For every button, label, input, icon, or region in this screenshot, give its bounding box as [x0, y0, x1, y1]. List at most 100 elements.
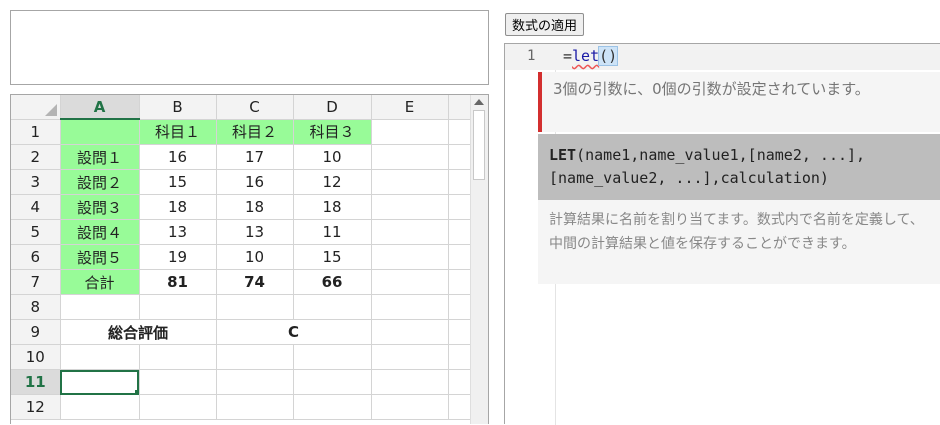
cell[interactable]	[216, 394, 294, 420]
row-header[interactable]: 2	[11, 144, 61, 170]
select-all-corner[interactable]	[11, 95, 61, 120]
cell-total[interactable]: 66	[293, 269, 372, 295]
cell[interactable]	[60, 344, 140, 370]
cell[interactable]	[448, 169, 473, 195]
column-header-c[interactable]: C	[216, 95, 294, 120]
cell-score[interactable]: 18	[293, 194, 372, 220]
cell-score[interactable]: 10	[216, 244, 294, 270]
code-function-name: let	[572, 47, 600, 65]
column-header-e[interactable]: E	[371, 95, 449, 120]
row-header[interactable]: 1	[11, 119, 61, 145]
cell[interactable]	[293, 344, 372, 370]
scrollbar-thumb[interactable]	[473, 110, 485, 180]
cell[interactable]	[448, 119, 473, 145]
cell[interactable]	[371, 319, 449, 345]
cell[interactable]	[448, 194, 473, 220]
scroll-up-arrow-icon[interactable]	[474, 99, 484, 105]
cell-question-label[interactable]: 設問５	[60, 244, 140, 270]
row-header-active[interactable]: 11	[11, 369, 61, 395]
cell-score[interactable]: 18	[216, 194, 294, 220]
spreadsheet[interactable]: A B C D E 1 科目１ 科目２ 科目３ 2 設問１ 16 17 10 3…	[10, 94, 489, 424]
cell[interactable]	[293, 394, 372, 420]
column-header-b[interactable]: B	[139, 95, 217, 120]
row-header[interactable]: 6	[11, 244, 61, 270]
cell[interactable]	[448, 269, 473, 295]
cell[interactable]	[216, 369, 294, 395]
cell[interactable]	[448, 294, 473, 320]
cell-score[interactable]: 19	[139, 244, 217, 270]
row-header[interactable]: 3	[11, 169, 61, 195]
cell[interactable]	[448, 144, 473, 170]
cell[interactable]	[371, 144, 449, 170]
cell[interactable]	[371, 369, 449, 395]
row-header[interactable]: 4	[11, 194, 61, 220]
vertical-scrollbar[interactable]	[470, 95, 488, 424]
cell[interactable]	[139, 369, 217, 395]
cell[interactable]	[216, 344, 294, 370]
row-header[interactable]: 10	[11, 344, 61, 370]
cell-question-label[interactable]: 設問２	[60, 169, 140, 195]
cell[interactable]	[293, 369, 372, 395]
cell-question-label[interactable]: 設問１	[60, 144, 140, 170]
cell[interactable]	[139, 344, 217, 370]
cell-subject-3[interactable]: 科目３	[293, 119, 372, 145]
cell[interactable]	[371, 394, 449, 420]
cell[interactable]	[448, 244, 473, 270]
cell[interactable]	[448, 319, 473, 345]
cell-total[interactable]: 81	[139, 269, 217, 295]
cell-a1[interactable]	[60, 119, 140, 145]
cell[interactable]	[60, 294, 140, 320]
cell-subject-1[interactable]: 科目１	[139, 119, 217, 145]
cell[interactable]	[139, 294, 217, 320]
cell[interactable]	[371, 169, 449, 195]
cell-score[interactable]: 17	[216, 144, 294, 170]
row-header[interactable]: 8	[11, 294, 61, 320]
sheet-grid[interactable]: A B C D E 1 科目１ 科目２ 科目３ 2 設問１ 16 17 10 3…	[11, 95, 473, 420]
cell[interactable]	[371, 344, 449, 370]
formula-input-box[interactable]	[10, 10, 489, 85]
column-header-d[interactable]: D	[293, 95, 372, 120]
cell[interactable]	[60, 394, 140, 420]
cell[interactable]	[371, 294, 449, 320]
cell[interactable]	[216, 294, 294, 320]
row-header[interactable]: 5	[11, 219, 61, 245]
cell[interactable]	[448, 219, 473, 245]
cell-evaluation-value[interactable]: C	[216, 319, 372, 345]
cell-score[interactable]: 18	[139, 194, 217, 220]
cell-total-label[interactable]: 合計	[60, 269, 140, 295]
row-header[interactable]: 12	[11, 394, 61, 420]
cell-score[interactable]: 15	[139, 169, 217, 195]
cell-score[interactable]: 15	[293, 244, 372, 270]
cell[interactable]	[448, 369, 473, 395]
cell[interactable]	[448, 344, 473, 370]
cell-a11-selected[interactable]	[60, 369, 140, 395]
code-line[interactable]: =let()	[563, 46, 619, 66]
cell-evaluation-label[interactable]: 総合評価	[60, 319, 217, 345]
cell-score[interactable]: 16	[139, 144, 217, 170]
column-header-f[interactable]	[448, 95, 473, 120]
cell[interactable]	[293, 294, 372, 320]
cell-score[interactable]: 13	[216, 219, 294, 245]
cell-subject-2[interactable]: 科目２	[216, 119, 294, 145]
cell[interactable]	[448, 394, 473, 420]
cell-question-label[interactable]: 設問３	[60, 194, 140, 220]
cell-score[interactable]: 16	[216, 169, 294, 195]
code-parens: ()	[598, 46, 619, 66]
cell[interactable]	[139, 394, 217, 420]
cell[interactable]	[371, 119, 449, 145]
cell-score[interactable]: 13	[139, 219, 217, 245]
cell-score[interactable]: 12	[293, 169, 372, 195]
column-header-a[interactable]: A	[60, 95, 140, 120]
cell[interactable]	[371, 244, 449, 270]
apply-formula-button[interactable]: 数式の適用	[505, 13, 585, 36]
cell[interactable]	[371, 219, 449, 245]
cell[interactable]	[371, 269, 449, 295]
fill-handle[interactable]	[134, 390, 138, 394]
row-header[interactable]: 9	[11, 319, 61, 345]
cell-score[interactable]: 11	[293, 219, 372, 245]
row-header[interactable]: 7	[11, 269, 61, 295]
cell-score[interactable]: 10	[293, 144, 372, 170]
cell[interactable]	[371, 194, 449, 220]
cell-question-label[interactable]: 設問４	[60, 219, 140, 245]
cell-total[interactable]: 74	[216, 269, 294, 295]
